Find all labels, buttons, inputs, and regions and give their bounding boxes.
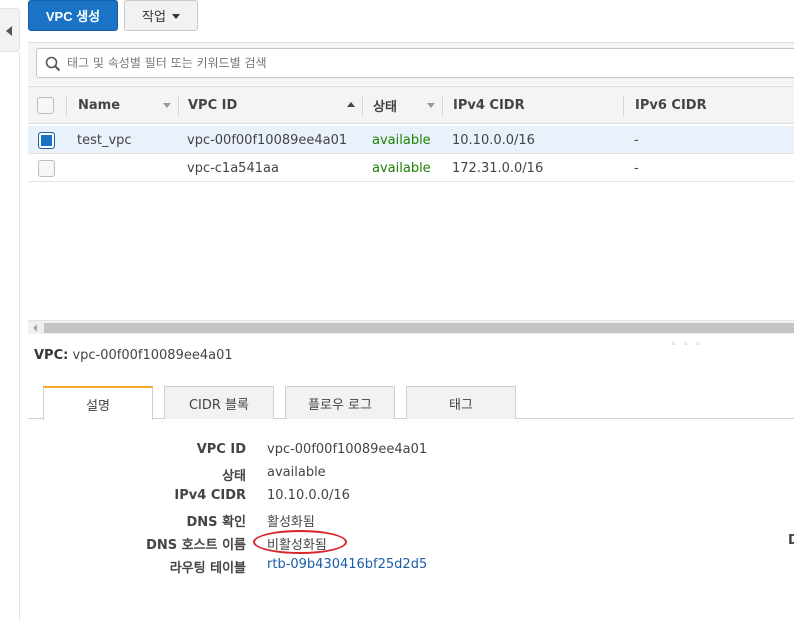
chevron-down-icon: [171, 14, 180, 19]
search-icon: [45, 56, 61, 72]
detail-title-value: vpc-00f00f10089ee4a01: [72, 348, 233, 363]
cell-state: available: [372, 160, 431, 176]
divider: [19, 52, 20, 621]
column-header-ipv4-cidr[interactable]: IPv4 CIDR: [453, 87, 525, 124]
field-value-ipv4-cidr: 10.10.0.0/16: [267, 488, 350, 503]
actions-button[interactable]: 작업: [124, 0, 198, 31]
annotation-ellipse: [253, 530, 347, 554]
column-separator: [442, 96, 443, 116]
scroll-left-icon[interactable]: [33, 324, 37, 332]
column-separator: [66, 96, 67, 116]
resize-grip-icon[interactable]: ◦ ◦ ◦: [671, 340, 703, 350]
field-value-state: available: [267, 465, 326, 480]
table-row[interactable]: test_vpc vpc-00f00f10089ee4a01 available…: [28, 126, 794, 154]
cell-ipv6-cidr: -: [634, 160, 639, 176]
table-row[interactable]: vpc-c1a541aa available 172.31.0.0/16 -: [28, 154, 794, 182]
column-header-name[interactable]: Name: [78, 87, 120, 124]
cell-vpc-id: vpc-00f00f10089ee4a01: [187, 132, 348, 148]
row-checkbox[interactable]: [38, 132, 55, 149]
actions-label: 작업: [142, 9, 166, 24]
field-label-dns-hostnames: DNS 호스트 이름: [146, 538, 246, 553]
field-label-dns-resolution: DNS 확인: [186, 515, 246, 530]
cell-name: test_vpc: [77, 132, 132, 148]
field-label-state: 상태: [222, 469, 246, 484]
detail-title: VPC: vpc-00f00f10089ee4a01: [34, 348, 233, 363]
filter-bar: [28, 42, 794, 85]
sort-ascending-icon[interactable]: [347, 102, 355, 107]
detail-title-label: VPC:: [34, 348, 69, 363]
column-separator: [623, 96, 624, 116]
cell-ipv4-cidr: 10.10.0.0/16: [452, 132, 535, 148]
panel-collapse-toggle[interactable]: [0, 8, 20, 52]
field-value-dns-resolution: 활성화됨: [267, 515, 315, 530]
row-checkbox[interactable]: [38, 160, 55, 177]
chevron-left-icon: [6, 26, 12, 36]
field-label-route-table: 라우팅 테이블: [169, 561, 246, 576]
search-input[interactable]: [67, 52, 787, 74]
horizontal-scrollbar[interactable]: [28, 320, 794, 334]
column-header-vpc-id[interactable]: VPC ID: [188, 87, 237, 124]
scrollbar-thumb[interactable]: [44, 323, 794, 333]
field-label-ipv4-cidr: IPv4 CIDR: [174, 488, 246, 503]
table-header: Name VPC ID 상태 IPv4 CIDR IPv6 CIDR: [28, 86, 794, 124]
route-table-link[interactable]: rtb-09b430416bf25d2d5: [267, 557, 427, 572]
sort-arrow-icon[interactable]: [163, 103, 171, 108]
column-separator: [362, 96, 363, 116]
search-box[interactable]: [36, 48, 794, 78]
detail-tabs: 설명 CIDR 블록 플로우 로그 태그: [28, 386, 794, 420]
sort-arrow-icon[interactable]: [427, 103, 435, 108]
select-all-checkbox[interactable]: [37, 97, 54, 114]
tab-flow-logs[interactable]: 플로우 로그: [285, 386, 395, 419]
create-vpc-button[interactable]: VPC 생성: [28, 0, 118, 31]
cell-ipv6-cidr: -: [634, 132, 639, 148]
column-header-ipv6-cidr[interactable]: IPv6 CIDR: [635, 87, 707, 124]
column-header-state[interactable]: 상태: [373, 87, 397, 124]
cell-vpc-id: vpc-c1a541aa: [187, 160, 279, 176]
tab-tags[interactable]: 태그: [406, 386, 516, 419]
field-value-vpc-id: vpc-00f00f10089ee4a01: [267, 442, 428, 457]
column-separator: [178, 96, 179, 116]
clipped-label: D: [788, 533, 794, 548]
tab-description[interactable]: 설명: [43, 386, 153, 420]
tab-cidr-blocks[interactable]: CIDR 블록: [164, 386, 274, 419]
field-label-vpc-id: VPC ID: [196, 442, 246, 457]
cell-ipv4-cidr: 172.31.0.0/16: [452, 160, 544, 176]
cell-state: available: [372, 132, 431, 148]
